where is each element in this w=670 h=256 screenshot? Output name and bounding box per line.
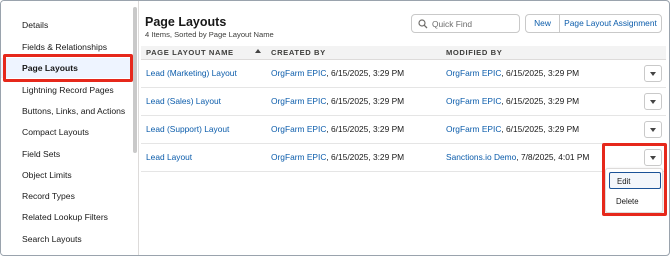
search-icon	[418, 19, 428, 29]
row-actions-menu: Edit Delete	[605, 168, 663, 213]
modified-by-user-link[interactable]: OrgFarm EPIC	[446, 124, 501, 134]
created-date: , 6/15/2025, 3:29 PM	[326, 124, 405, 134]
column-header-created-by[interactable]: CREATED BY	[271, 48, 326, 57]
menu-item-edit[interactable]: Edit	[609, 172, 661, 189]
app-frame: Details Fields & Relationships Page Layo…	[0, 0, 670, 256]
created-by-user-link[interactable]: OrgFarm EPIC	[271, 152, 326, 162]
sidebar-item-record-types[interactable]: Record Types	[1, 186, 133, 206]
sort-ascending-icon[interactable]	[255, 49, 261, 53]
layout-name-link[interactable]: Lead (Support) Layout	[146, 116, 229, 143]
row-actions-chevron-down-icon[interactable]	[644, 65, 662, 82]
layout-name-link[interactable]: Lead Layout	[146, 144, 192, 171]
created-date: , 6/15/2025, 3:29 PM	[326, 68, 405, 78]
new-button[interactable]: New	[525, 14, 560, 33]
object-manager-sidebar: Details Fields & Relationships Page Layo…	[1, 1, 139, 255]
created-date: , 6/15/2025, 3:29 PM	[326, 152, 405, 162]
layout-name-link[interactable]: Lead (Sales) Layout	[146, 88, 221, 115]
layout-name-link[interactable]: Lead (Marketing) Layout	[146, 60, 237, 87]
modified-date: , 7/8/2025, 4:01 PM	[516, 152, 590, 162]
sidebar-scrollbar[interactable]	[133, 7, 137, 153]
table-row: Lead (Support) Layout OrgFarm EPIC, 6/15…	[141, 116, 666, 144]
sidebar-item-field-sets[interactable]: Field Sets	[1, 144, 133, 164]
modified-by-user-link[interactable]: OrgFarm EPIC	[446, 68, 501, 78]
sidebar-item-fields-relationships[interactable]: Fields & Relationships	[1, 37, 133, 57]
quick-find-search[interactable]	[411, 14, 520, 33]
page-layout-assignment-button[interactable]: Page Layout Assignment	[559, 14, 662, 33]
created-by-user-link[interactable]: OrgFarm EPIC	[271, 96, 326, 106]
column-header-page-layout-name[interactable]: PAGE LAYOUT NAME	[146, 48, 234, 57]
row-actions-chevron-down-icon[interactable]	[644, 93, 662, 110]
created-date: , 6/15/2025, 3:29 PM	[326, 96, 405, 106]
sidebar-item-details[interactable]: Details	[1, 15, 133, 35]
modified-date: , 6/15/2025, 3:29 PM	[501, 124, 580, 134]
table-row: Lead Layout OrgFarm EPIC, 6/15/2025, 3:2…	[141, 144, 666, 172]
modified-date: , 6/15/2025, 3:29 PM	[501, 96, 580, 106]
created-by-user-link[interactable]: OrgFarm EPIC	[271, 68, 326, 78]
table-row: Lead (Marketing) Layout OrgFarm EPIC, 6/…	[141, 60, 666, 88]
row-actions-chevron-down-icon[interactable]	[644, 121, 662, 138]
sidebar-item-object-limits[interactable]: Object Limits	[1, 165, 133, 185]
column-header-modified-by[interactable]: MODIFIED BY	[446, 48, 502, 57]
modified-by-user-link[interactable]: OrgFarm EPIC	[446, 96, 501, 106]
menu-item-delete[interactable]: Delete	[609, 193, 661, 210]
created-by-user-link[interactable]: OrgFarm EPIC	[271, 124, 326, 134]
sidebar-item-related-lookup-filters[interactable]: Related Lookup Filters	[1, 207, 133, 227]
page-title: Page Layouts	[145, 15, 227, 29]
table-header: PAGE LAYOUT NAME CREATED BY MODIFIED BY	[141, 46, 666, 60]
sidebar-item-buttons-links-actions[interactable]: Buttons, Links, and Actions	[1, 101, 133, 121]
item-count-subtitle: 4 Items, Sorted by Page Layout Name	[145, 30, 274, 39]
sidebar-item-compact-layouts[interactable]: Compact Layouts	[1, 122, 133, 142]
sidebar-item-lightning-record-pages[interactable]: Lightning Record Pages	[1, 80, 133, 100]
modified-date: , 6/15/2025, 3:29 PM	[501, 68, 580, 78]
quick-find-input[interactable]	[432, 17, 516, 30]
sidebar-item-search-layouts[interactable]: Search Layouts	[1, 229, 133, 249]
modified-by-user-link[interactable]: Sanctions.io Demo	[446, 152, 516, 162]
table-row: Lead (Sales) Layout OrgFarm EPIC, 6/15/2…	[141, 88, 666, 116]
row-actions-chevron-down-icon[interactable]	[644, 149, 662, 166]
sidebar-item-page-layouts[interactable]: Page Layouts	[1, 58, 133, 78]
